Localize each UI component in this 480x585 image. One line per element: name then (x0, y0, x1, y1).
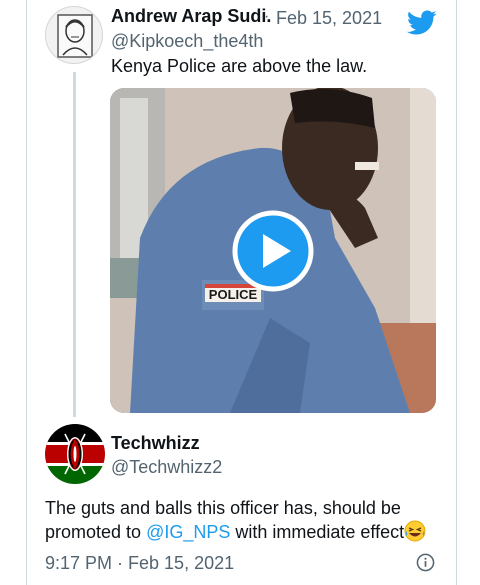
reply-tweet-text: The guts and balls this officer has, sho… (45, 496, 445, 544)
mention-link[interactable]: @IG_NPS (146, 522, 230, 542)
quoted-date[interactable]: Feb 15, 2021 (276, 8, 382, 29)
reply-timestamp[interactable]: 9:17 PM · Feb 15, 2021 (45, 553, 234, 574)
reply-text-end: with immediate effect (230, 522, 405, 542)
reply-author-name[interactable]: Techwhizz (111, 433, 200, 454)
info-icon[interactable] (416, 553, 435, 572)
twitter-bird-icon[interactable] (407, 10, 437, 36)
quoted-author-name[interactable]: Andrew Arap Sudi. (111, 6, 271, 27)
reply-author-avatar[interactable] (45, 424, 105, 484)
quoted-separator: · (264, 8, 270, 25)
laughing-emoji-icon (404, 520, 426, 542)
reply-author-handle[interactable]: @Techwhizz2 (111, 457, 222, 478)
quoted-author-avatar[interactable] (45, 6, 103, 64)
quoted-tweet-text: Kenya Police are above the law. (111, 56, 368, 76)
play-icon[interactable] (232, 210, 314, 292)
quoted-author-handle[interactable]: @Kipkoech_the4th (111, 31, 263, 52)
thread-line (73, 72, 76, 417)
